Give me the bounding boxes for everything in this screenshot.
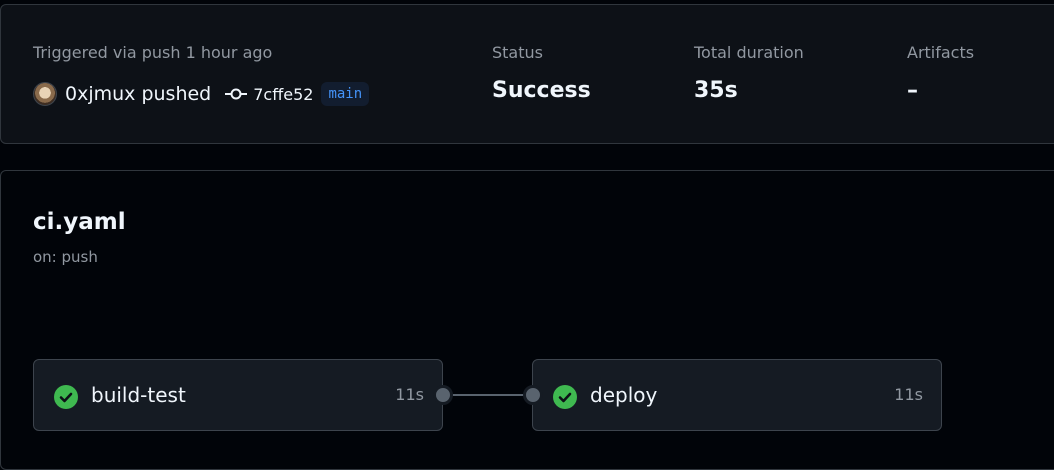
actor-row: 0xjmux pushed 7cffe52 main (33, 81, 370, 107)
job-duration: 11s (395, 385, 424, 404)
job-input-port (523, 385, 543, 405)
job-duration: 11s (894, 385, 923, 404)
actor-link[interactable]: 0xjmux pushed (65, 83, 211, 105)
commit-sha-link[interactable]: 7cffe52 (253, 85, 313, 104)
check-circle-icon (553, 385, 577, 409)
job-output-port (433, 385, 453, 405)
check-circle-icon (54, 385, 78, 409)
artifacts-label: Artifacts (907, 43, 975, 62)
status-value: Success (492, 78, 591, 103)
avatar[interactable] (33, 82, 57, 106)
status-label: Status (492, 43, 543, 62)
trigger-text: Triggered via push 1 hour ago (33, 43, 273, 62)
workflow-title: ci.yaml (33, 209, 126, 235)
job-name: deploy (590, 383, 658, 407)
job-card-deploy[interactable]: deploy 11s (532, 359, 942, 431)
workflow-trigger: on: push (33, 248, 98, 266)
run-summary-panel (0, 4, 1054, 144)
artifacts-value: – (907, 78, 918, 103)
git-commit-icon (225, 88, 248, 100)
job-card-build-test[interactable]: build-test 11s (33, 359, 443, 431)
job-name: build-test (91, 383, 186, 407)
duration-value: 35s (694, 78, 738, 103)
branch-badge[interactable]: main (321, 82, 370, 106)
job-connector (443, 394, 533, 396)
duration-label: Total duration (694, 43, 804, 62)
